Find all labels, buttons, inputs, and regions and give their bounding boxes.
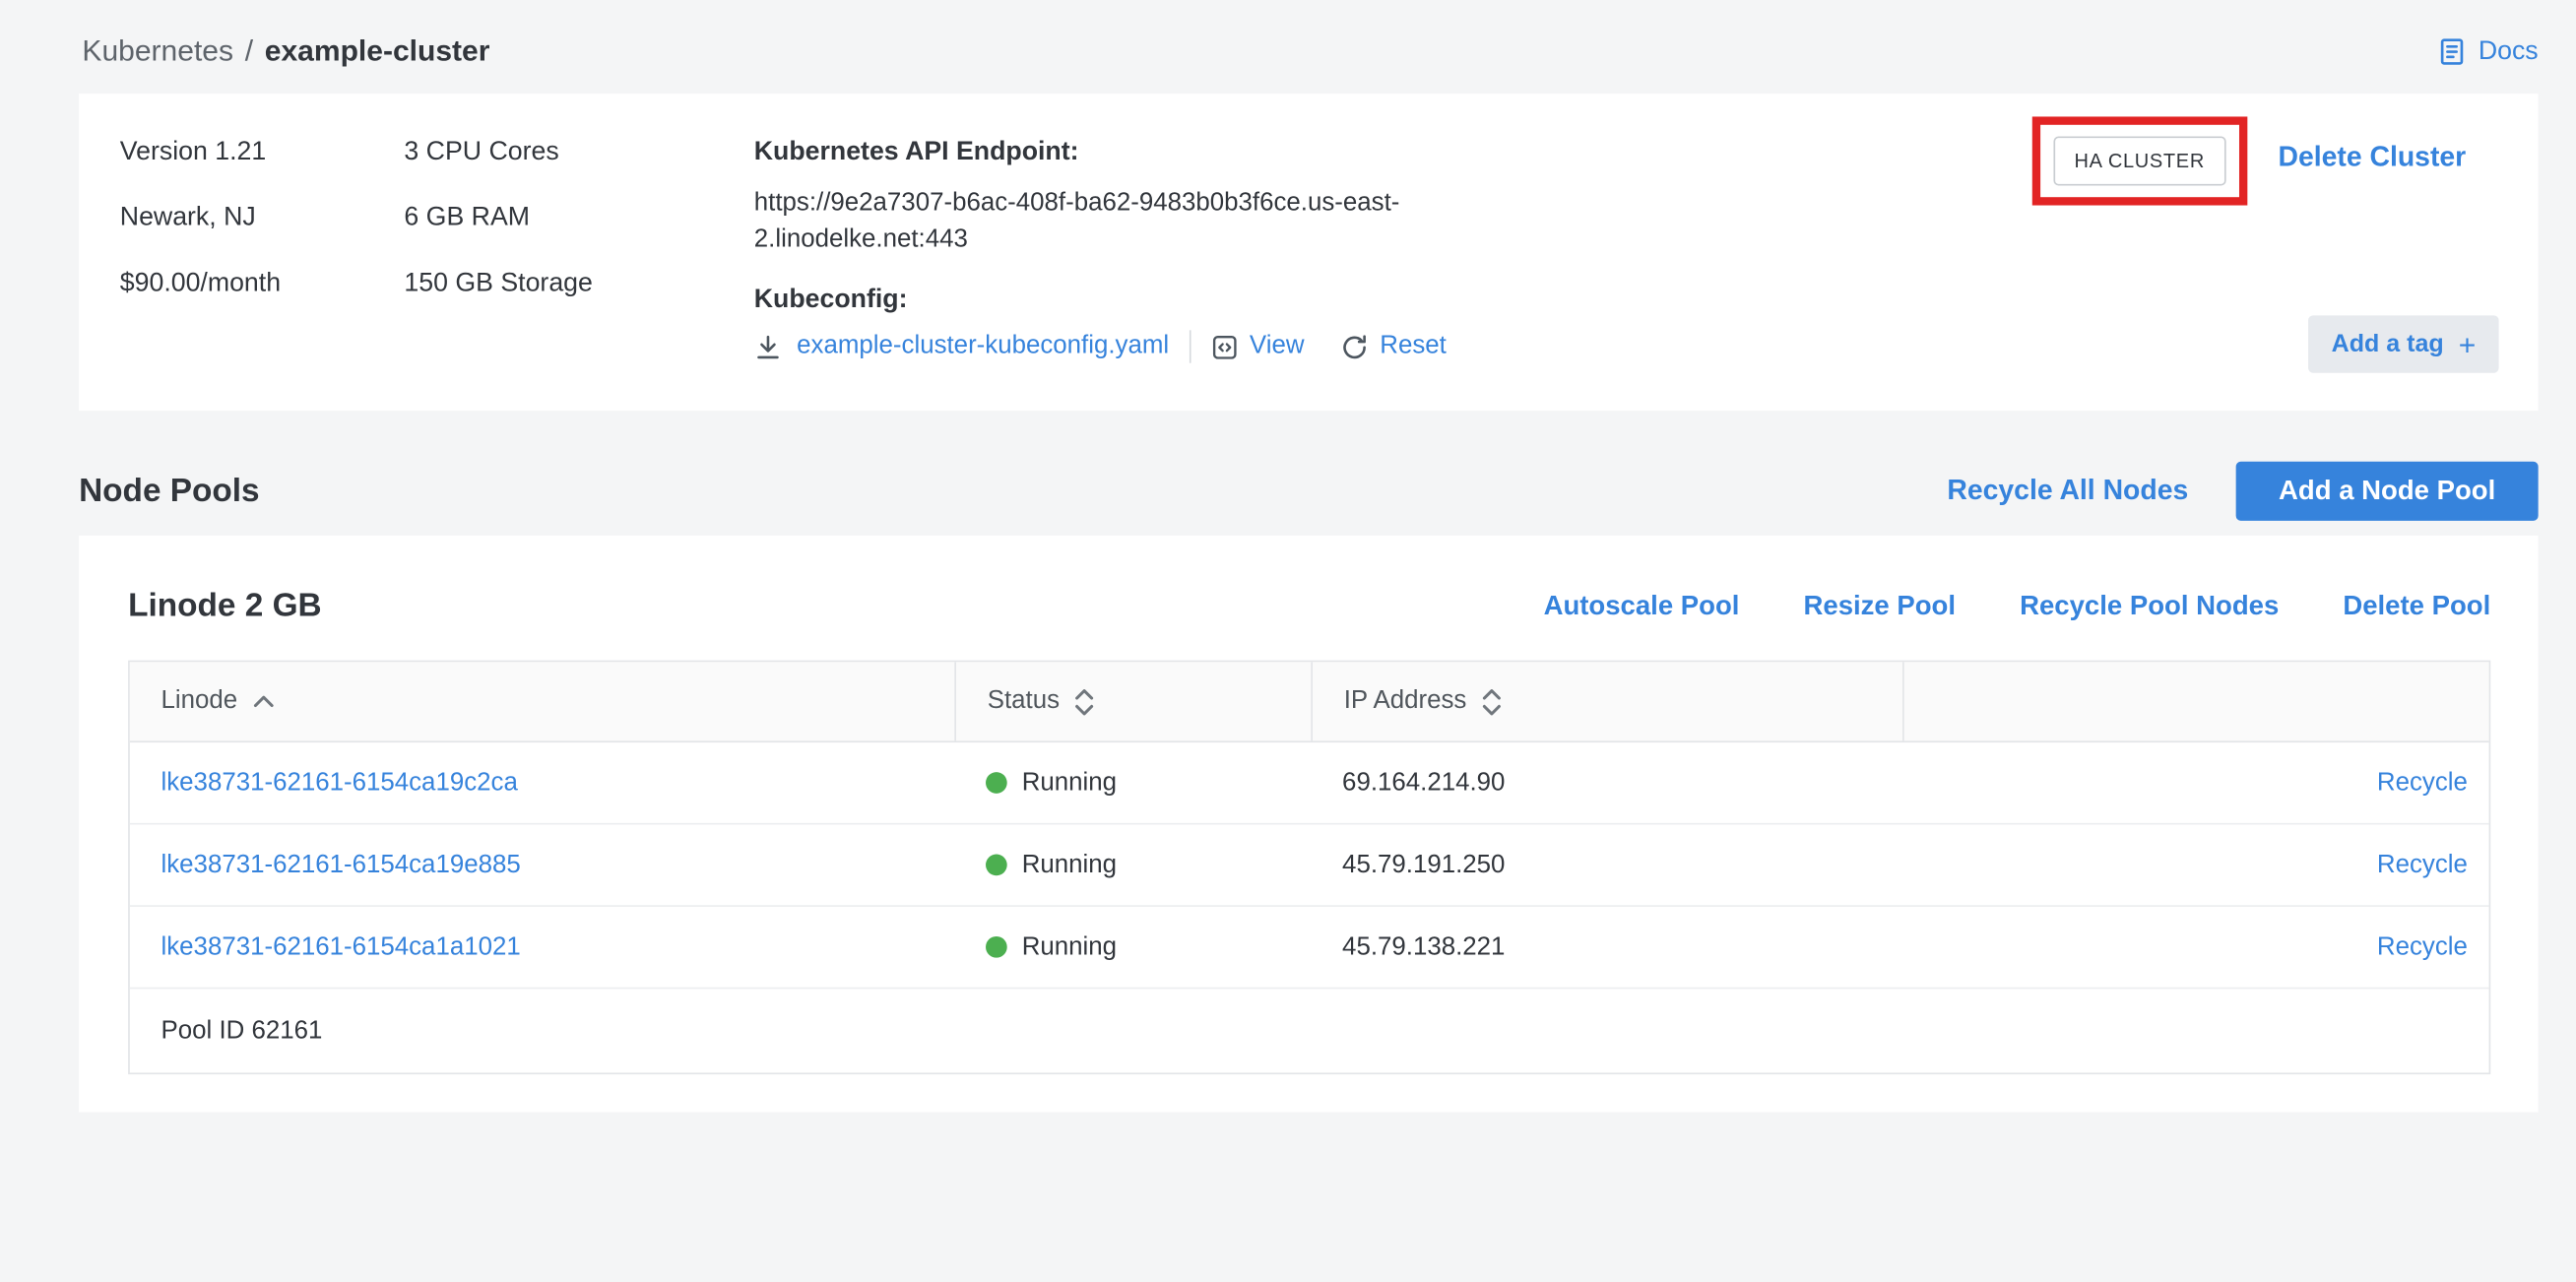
recycle-pool-nodes-button[interactable]: Recycle Pool Nodes — [2020, 591, 2279, 622]
status-label: Running — [1022, 768, 1117, 798]
table-header-row: Linode Status IP Address — [130, 662, 2489, 742]
table-row: lke38731-62161-6154ca19e885 Running 45.7… — [130, 825, 2489, 907]
column-header-linode[interactable]: Linode — [130, 662, 955, 740]
kubeconfig-filename: example-cluster-kubeconfig.yaml — [797, 332, 1169, 361]
docs-label: Docs — [2479, 37, 2539, 67]
running-status-dot-icon — [986, 855, 1007, 876]
top-bar: Kubernetes / example-cluster Docs — [0, 0, 2576, 94]
pool-id-label: Pool ID 62161 — [161, 1016, 323, 1046]
pool-name: Linode 2 GB — [128, 585, 322, 627]
kubeconfig-row: example-cluster-kubeconfig.yaml View Res… — [754, 330, 1526, 362]
table-row: lke38731-62161-6154ca19c2ca Running 69.1… — [130, 742, 2489, 824]
ip-cell: 69.164.214.90 — [1311, 768, 1902, 798]
delete-pool-button[interactable]: Delete Pool — [2343, 591, 2490, 622]
chevron-up-down-icon — [1074, 687, 1094, 715]
running-status-dot-icon — [986, 936, 1007, 958]
status-cell: Running — [954, 932, 1311, 962]
running-status-dot-icon — [986, 772, 1007, 794]
linode-link[interactable]: lke38731-62161-6154ca19c2ca — [161, 768, 518, 796]
endpoint-column: Kubernetes API Endpoint: https://9e2a730… — [754, 120, 1526, 411]
cluster-summary-card: Version 1.21 Newark, NJ $90.00/month 3 C… — [79, 94, 2539, 411]
ip-cell: 45.79.138.221 — [1311, 932, 1902, 962]
breadcrumb-kubernetes-link[interactable]: Kubernetes — [82, 34, 233, 69]
linode-cell: lke38731-62161-6154ca19e885 — [130, 850, 955, 879]
breadcrumb-separator: / — [245, 34, 253, 69]
node-pool-card: Linode 2 GB Autoscale Pool Resize Pool R… — [79, 536, 2539, 1113]
linode-cell: lke38731-62161-6154ca1a1021 — [130, 932, 955, 962]
ha-cluster-badge: HA CLUSTER — [2053, 136, 2226, 185]
breadcrumb: Kubernetes / example-cluster — [82, 34, 489, 69]
kubeconfig-label: Kubeconfig: — [754, 281, 1526, 320]
spec-ram: 6 GB RAM — [404, 186, 753, 252]
reset-label: Reset — [1380, 332, 1447, 361]
row-action-cell: Recycle — [1902, 850, 2489, 879]
row-action-cell: Recycle — [1902, 932, 2489, 962]
spec-storage: 150 GB Storage — [404, 251, 753, 317]
recycle-node-button[interactable]: Recycle — [2377, 768, 2468, 796]
row-action-cell: Recycle — [1902, 768, 2489, 798]
pool-card-header: Linode 2 GB Autoscale Pool Resize Pool R… — [128, 585, 2490, 627]
status-cell: Running — [954, 768, 1311, 798]
spec-version: Version 1.21 — [120, 120, 405, 186]
recycle-node-button[interactable]: Recycle — [2377, 850, 2468, 877]
page: Kubernetes / example-cluster Docs Versio… — [0, 0, 2576, 1281]
recycle-all-nodes-button[interactable]: Recycle All Nodes — [1947, 475, 2188, 507]
add-tag-label: Add a tag — [2332, 330, 2444, 357]
spec-region: Newark, NJ — [120, 186, 405, 252]
code-box-icon — [1210, 333, 1238, 360]
document-icon — [2435, 36, 2467, 68]
kubeconfig-download-link[interactable]: example-cluster-kubeconfig.yaml — [754, 332, 1169, 361]
view-label: View — [1250, 332, 1305, 361]
node-pools-header: Node Pools Recycle All Nodes Add a Node … — [79, 462, 2539, 521]
table-row: lke38731-62161-6154ca1a1021 Running 45.7… — [130, 907, 2489, 989]
api-endpoint-url: https://9e2a7307-b6ac-408f-ba62-9483b0b3… — [754, 186, 1494, 258]
column-header-actions — [1902, 662, 2489, 740]
node-pools-actions: Recycle All Nodes Add a Node Pool — [1947, 462, 2538, 521]
node-table: Linode Status IP Address — [128, 661, 2490, 1074]
ip-cell: 45.79.191.250 — [1311, 850, 1902, 879]
chevron-up-icon — [252, 695, 274, 708]
docs-link[interactable]: Docs — [2435, 36, 2538, 68]
refresh-icon — [1340, 333, 1368, 360]
kubeconfig-reset-button[interactable]: Reset — [1340, 332, 1447, 361]
column-header-ip[interactable]: IP Address — [1311, 662, 1902, 740]
chevron-up-down-icon — [1481, 687, 1501, 715]
node-pools-title: Node Pools — [79, 473, 260, 510]
status-label: Running — [1022, 850, 1117, 879]
download-icon — [754, 333, 782, 360]
recycle-node-button[interactable]: Recycle — [2377, 932, 2468, 960]
specs-column-2: 3 CPU Cores 6 GB RAM 150 GB Storage — [404, 120, 753, 411]
linode-link[interactable]: lke38731-62161-6154ca1a1021 — [161, 932, 521, 960]
status-cell: Running — [954, 850, 1311, 879]
kubeconfig-view-button[interactable]: View — [1210, 332, 1305, 361]
annotation-highlight-box: HA CLUSTER — [2031, 116, 2247, 205]
vertical-divider — [1189, 330, 1191, 362]
resize-pool-button[interactable]: Resize Pool — [1804, 591, 1957, 622]
delete-cluster-button[interactable]: Delete Cluster — [2278, 138, 2466, 177]
specs-column-1: Version 1.21 Newark, NJ $90.00/month — [120, 120, 405, 411]
add-tag-button[interactable]: Add a tag + — [2308, 315, 2498, 372]
linode-cell: lke38731-62161-6154ca19c2ca — [130, 768, 955, 798]
column-header-status[interactable]: Status — [954, 662, 1311, 740]
linode-link[interactable]: lke38731-62161-6154ca19e885 — [161, 850, 521, 877]
pool-id-footer: Pool ID 62161 — [130, 989, 2489, 1072]
plus-icon: + — [2459, 330, 2477, 359]
add-node-pool-button[interactable]: Add a Node Pool — [2236, 462, 2539, 521]
column-header-linode-label: Linode — [161, 686, 238, 716]
spec-price: $90.00/month — [120, 251, 405, 317]
pool-actions: Autoscale Pool Resize Pool Recycle Pool … — [1544, 591, 2491, 622]
api-endpoint-label: Kubernetes API Endpoint: — [754, 120, 1526, 186]
column-header-status-label: Status — [988, 686, 1060, 716]
spec-cpu: 3 CPU Cores — [404, 120, 753, 186]
breadcrumb-cluster-name: example-cluster — [265, 34, 490, 69]
status-label: Running — [1022, 932, 1117, 962]
column-header-ip-label: IP Address — [1344, 686, 1467, 716]
autoscale-pool-button[interactable]: Autoscale Pool — [1544, 591, 1740, 622]
